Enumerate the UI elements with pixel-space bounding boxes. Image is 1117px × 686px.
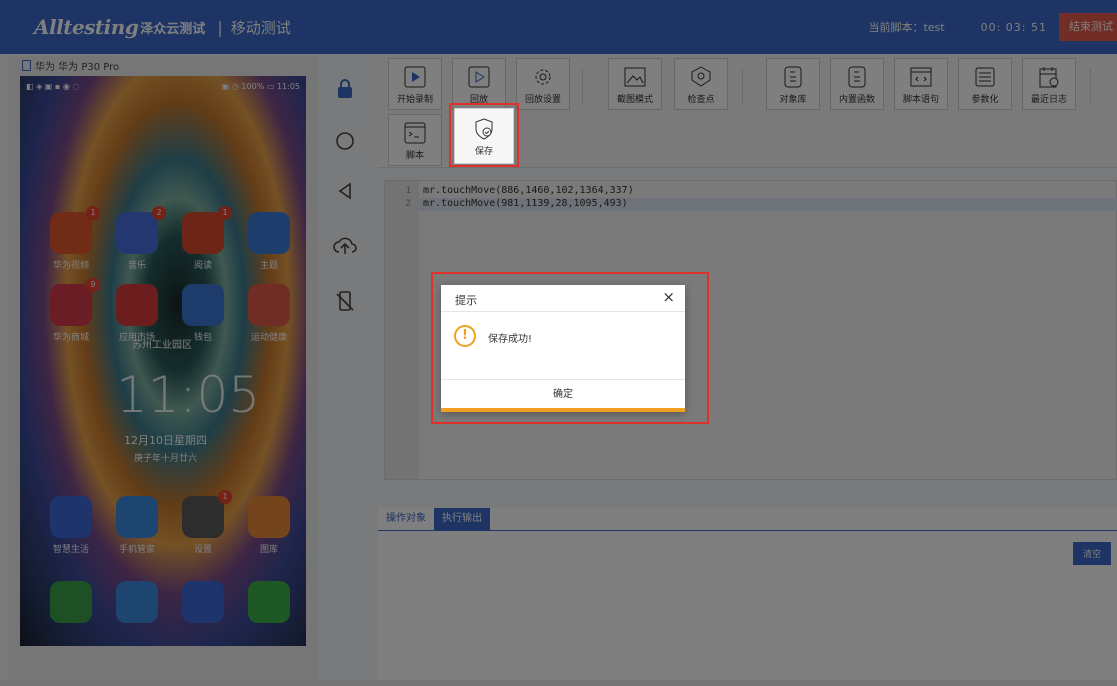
app-root: Alltesting 泽众云测试 | 移动测试 当前脚本：test 00: 03… — [0, 0, 1117, 686]
save-success-dialog: 提示 × ! 保存成功! 确定 — [441, 285, 685, 412]
dialog-message: 保存成功! — [488, 334, 533, 345]
warning-icon: ! — [454, 325, 476, 347]
dialog-accent-bar — [441, 408, 685, 412]
save-highlight-box — [449, 103, 519, 167]
dialog-title: 提示 — [455, 294, 477, 307]
dialog-header: 提示 × — [441, 285, 685, 312]
close-icon[interactable]: × — [662, 288, 675, 306]
confirm-button[interactable]: 确定 — [441, 379, 685, 408]
